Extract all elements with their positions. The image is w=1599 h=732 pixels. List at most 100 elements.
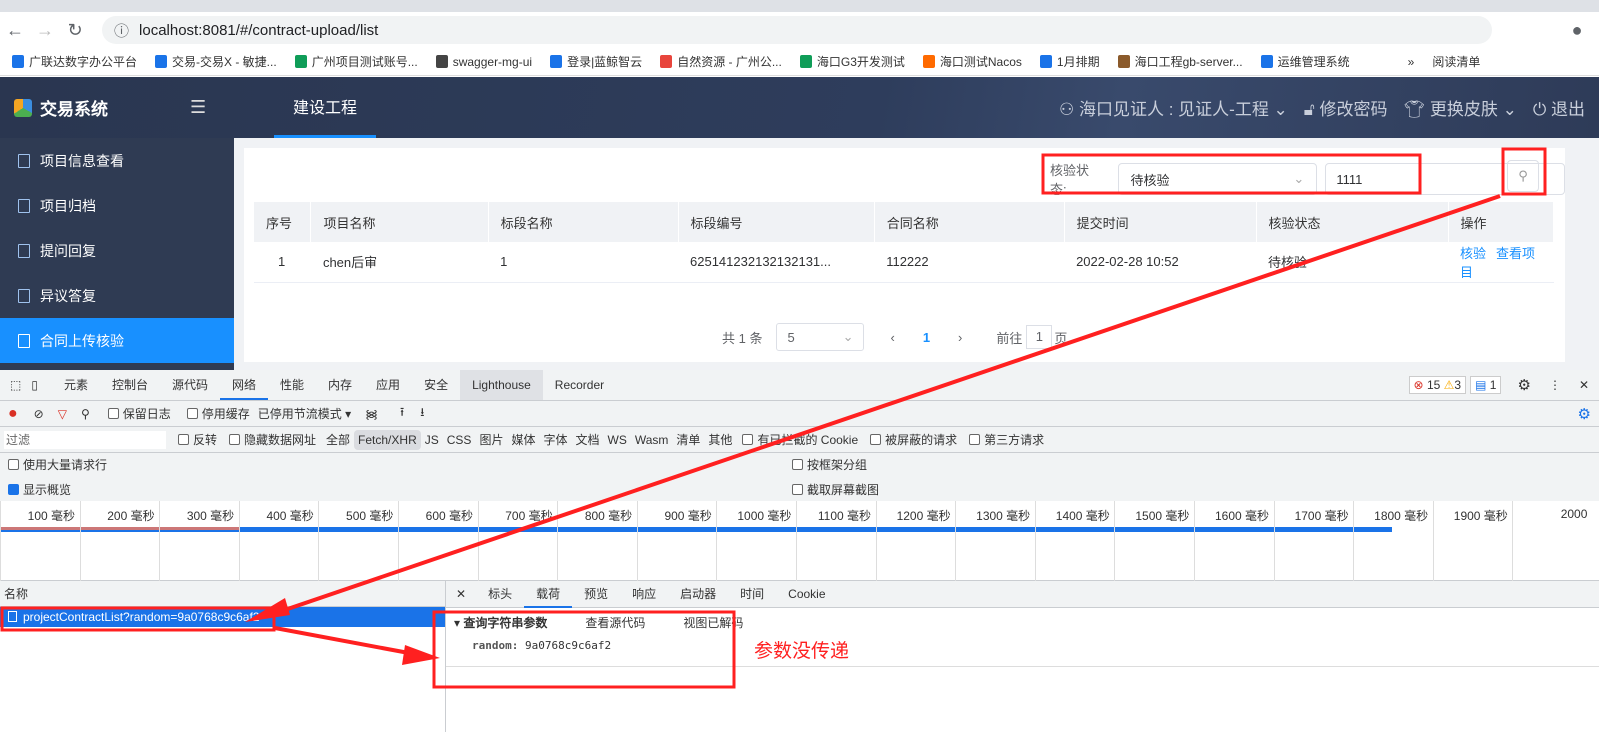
view-decoded-link[interactable]: 视图已解码 <box>683 614 743 631</box>
bookmark-item[interactable]: 运维管理系统 <box>1260 53 1350 70</box>
menu-toggle-icon[interactable]: ☰ <box>190 97 274 118</box>
issues-badge[interactable]: ⊗ 15 ⚠3 <box>1408 376 1467 394</box>
devtools-tab[interactable]: Recorder <box>543 370 616 400</box>
screenshots-checkbox[interactable]: 截取屏幕截图 <box>792 478 879 502</box>
prev-page-button[interactable]: ‹ <box>890 330 894 345</box>
detail-tab[interactable]: 预览 <box>572 581 620 608</box>
logout-button[interactable]: ⏻ 退出 <box>1533 95 1585 120</box>
filter-type-5[interactable]: 媒体 <box>507 431 539 448</box>
bookmark-item[interactable]: 海口G3开发测试 <box>799 53 905 70</box>
throttle-select[interactable]: 已停用节流模式 ▾ <box>258 405 351 422</box>
detail-tab[interactable]: 载荷 <box>524 581 573 608</box>
search-button[interactable]: ⚲ <box>1507 160 1539 192</box>
group-by-frame-checkbox[interactable]: 按框架分组 <box>792 453 867 477</box>
devtools-tab[interactable]: 应用 <box>364 370 412 400</box>
bookmark-item[interactable]: 1月排期 <box>1039 53 1100 70</box>
clear-icon[interactable]: ⊘ <box>24 407 54 421</box>
action-link[interactable]: 核验 <box>1460 246 1486 261</box>
devtools-tab[interactable]: 安全 <box>412 370 460 400</box>
detail-tab[interactable]: 响应 <box>620 581 668 608</box>
filter-type-9[interactable]: Wasm <box>631 433 673 447</box>
query-params-section[interactable]: ▾ 查询字符串参数 <box>454 614 547 631</box>
bookmark-item[interactable]: 海口工程gb-server... <box>1117 53 1243 70</box>
bookmark-item[interactable]: 广州项目测试账号... <box>294 53 418 70</box>
filter-type-0[interactable]: 全部 <box>322 431 354 448</box>
change-skin-button[interactable]: 👕︎ 更换皮肤 ⌄ <box>1404 95 1517 120</box>
devtools-tab[interactable]: 内存 <box>316 370 364 400</box>
info-icon[interactable]: ⓘ <box>114 20 129 41</box>
network-overview-timeline[interactable]: 100 毫秒 200 毫秒 300 毫秒 400 毫秒 500 毫秒 600 毫秒 700 … <box>0 501 1599 581</box>
close-icon[interactable]: ✕ <box>1569 378 1599 392</box>
detail-tab[interactable]: 标头 <box>476 581 524 608</box>
current-page[interactable]: 1 <box>923 330 930 345</box>
filter-input[interactable]: 过滤 <box>4 430 166 449</box>
name-column-header[interactable]: 名称 <box>0 581 445 607</box>
network-conditions-icon[interactable]: ᯼ <box>351 405 392 422</box>
export-har-icon[interactable]: ⭳ <box>412 403 432 424</box>
devtools-tab[interactable]: 控制台 <box>100 370 160 400</box>
next-page-button[interactable]: › <box>958 330 962 345</box>
search-icon[interactable]: ⚲ <box>71 407 100 421</box>
blocked-requests-checkbox[interactable]: 被屏蔽的请求 <box>864 431 963 448</box>
devtools-tab[interactable]: 性能 <box>268 370 316 400</box>
sidebar-item[interactable]: 项目信息查看 <box>0 138 234 183</box>
devtools-tab[interactable]: 源代码 <box>160 370 220 400</box>
bookmark-item[interactable]: 海口测试Nacos <box>922 53 1022 70</box>
messages-badge[interactable]: ▤ 1 <box>1470 376 1502 394</box>
blocked-cookies-checkbox[interactable]: 有已拦截的 Cookie <box>736 431 864 448</box>
filter-type-11[interactable]: 其他 <box>704 431 736 448</box>
detail-tab[interactable]: 时间 <box>728 581 776 608</box>
sidebar-item[interactable]: 异议答复 <box>0 273 234 318</box>
sidebar-item[interactable]: 项目归档 <box>0 183 234 228</box>
detail-tab[interactable]: Cookie <box>776 581 837 608</box>
back-icon[interactable]: ← <box>0 20 30 41</box>
filter-type-2[interactable]: JS <box>421 433 443 447</box>
status-select[interactable]: 待核验 ⌄ <box>1117 163 1318 195</box>
filter-type-3[interactable]: CSS <box>443 433 476 447</box>
browser-tab-strip[interactable] <box>0 0 1599 12</box>
import-har-icon[interactable]: ⭱ <box>392 403 412 424</box>
goto-page-input[interactable]: 1 <box>1026 325 1053 349</box>
filter-type-7[interactable]: 文档 <box>571 431 603 448</box>
settings-icon[interactable]: ⚙ <box>1501 376 1540 394</box>
close-icon[interactable]: ✕ <box>446 587 476 601</box>
devtools-tab[interactable]: 元素 <box>52 370 100 400</box>
hide-data-urls-checkbox[interactable]: 隐藏数据网址 <box>223 431 322 448</box>
bookmark-item[interactable]: 交易-交易X - 敏捷... <box>155 53 277 70</box>
tab-construction[interactable]: 建设工程 <box>274 77 376 138</box>
devtools-tab[interactable]: Lighthouse <box>460 370 543 400</box>
filter-type-10[interactable]: 清单 <box>672 431 704 448</box>
sidebar-item[interactable]: 提问回复 <box>0 228 234 273</box>
preserve-log-checkbox[interactable]: 保留日志 <box>100 405 179 422</box>
forward-icon[interactable]: → <box>30 20 60 41</box>
third-party-checkbox[interactable]: 第三方请求 <box>963 431 1050 448</box>
bookmark-item[interactable]: 广联达数字办公平台 <box>12 53 137 70</box>
reload-icon[interactable]: ↻ <box>60 20 90 41</box>
large-rows-checkbox[interactable]: 使用大量请求行 <box>8 453 107 477</box>
request-row[interactable]: projectContractList?random=9a0768c9c6af2 <box>0 607 445 627</box>
filter-icon[interactable]: ▽ <box>54 407 71 421</box>
network-settings-icon[interactable]: ⚙ <box>1578 405 1599 423</box>
show-overview-checkbox[interactable]: 显示概览 <box>8 478 71 502</box>
bookmark-item[interactable]: 自然资源 - 广州公... <box>660 53 782 70</box>
disable-cache-checkbox[interactable]: 停用缓存 <box>179 405 258 422</box>
filter-type-1[interactable]: Fetch/XHR <box>354 429 421 450</box>
bookmark-item[interactable]: swagger-mg-ui <box>435 55 532 69</box>
sidebar-item[interactable]: 合同上传核验 <box>0 318 234 363</box>
detail-tab[interactable]: 启动器 <box>668 581 728 608</box>
device-toolbar-icon[interactable]: ▯ <box>27 378 52 392</box>
bookmark-item[interactable]: 登录|蓝鲸智云 <box>550 53 642 70</box>
reading-list-button[interactable]: 阅读清单 <box>1432 53 1480 70</box>
page-size-select[interactable]: 5 ⌄ <box>776 323 865 351</box>
invert-checkbox[interactable]: 反转 <box>166 431 223 448</box>
profile-icon[interactable]: ● <box>1562 20 1592 41</box>
inspect-icon[interactable]: ⬚ <box>0 378 27 392</box>
filter-type-8[interactable]: WS <box>604 433 631 447</box>
view-source-link[interactable]: 查看源代码 <box>585 614 645 631</box>
url-input[interactable]: ⓘ localhost:8081/#/contract-upload/list <box>102 16 1492 44</box>
change-password-button[interactable]: 🔓︎ 修改密码 <box>1304 95 1388 120</box>
record-button[interactable]: ● <box>0 405 24 423</box>
filter-type-4[interactable]: 图片 <box>475 431 507 448</box>
devtools-tab[interactable]: 网络 <box>220 370 269 400</box>
more-bookmarks-icon[interactable]: » <box>1408 55 1415 69</box>
